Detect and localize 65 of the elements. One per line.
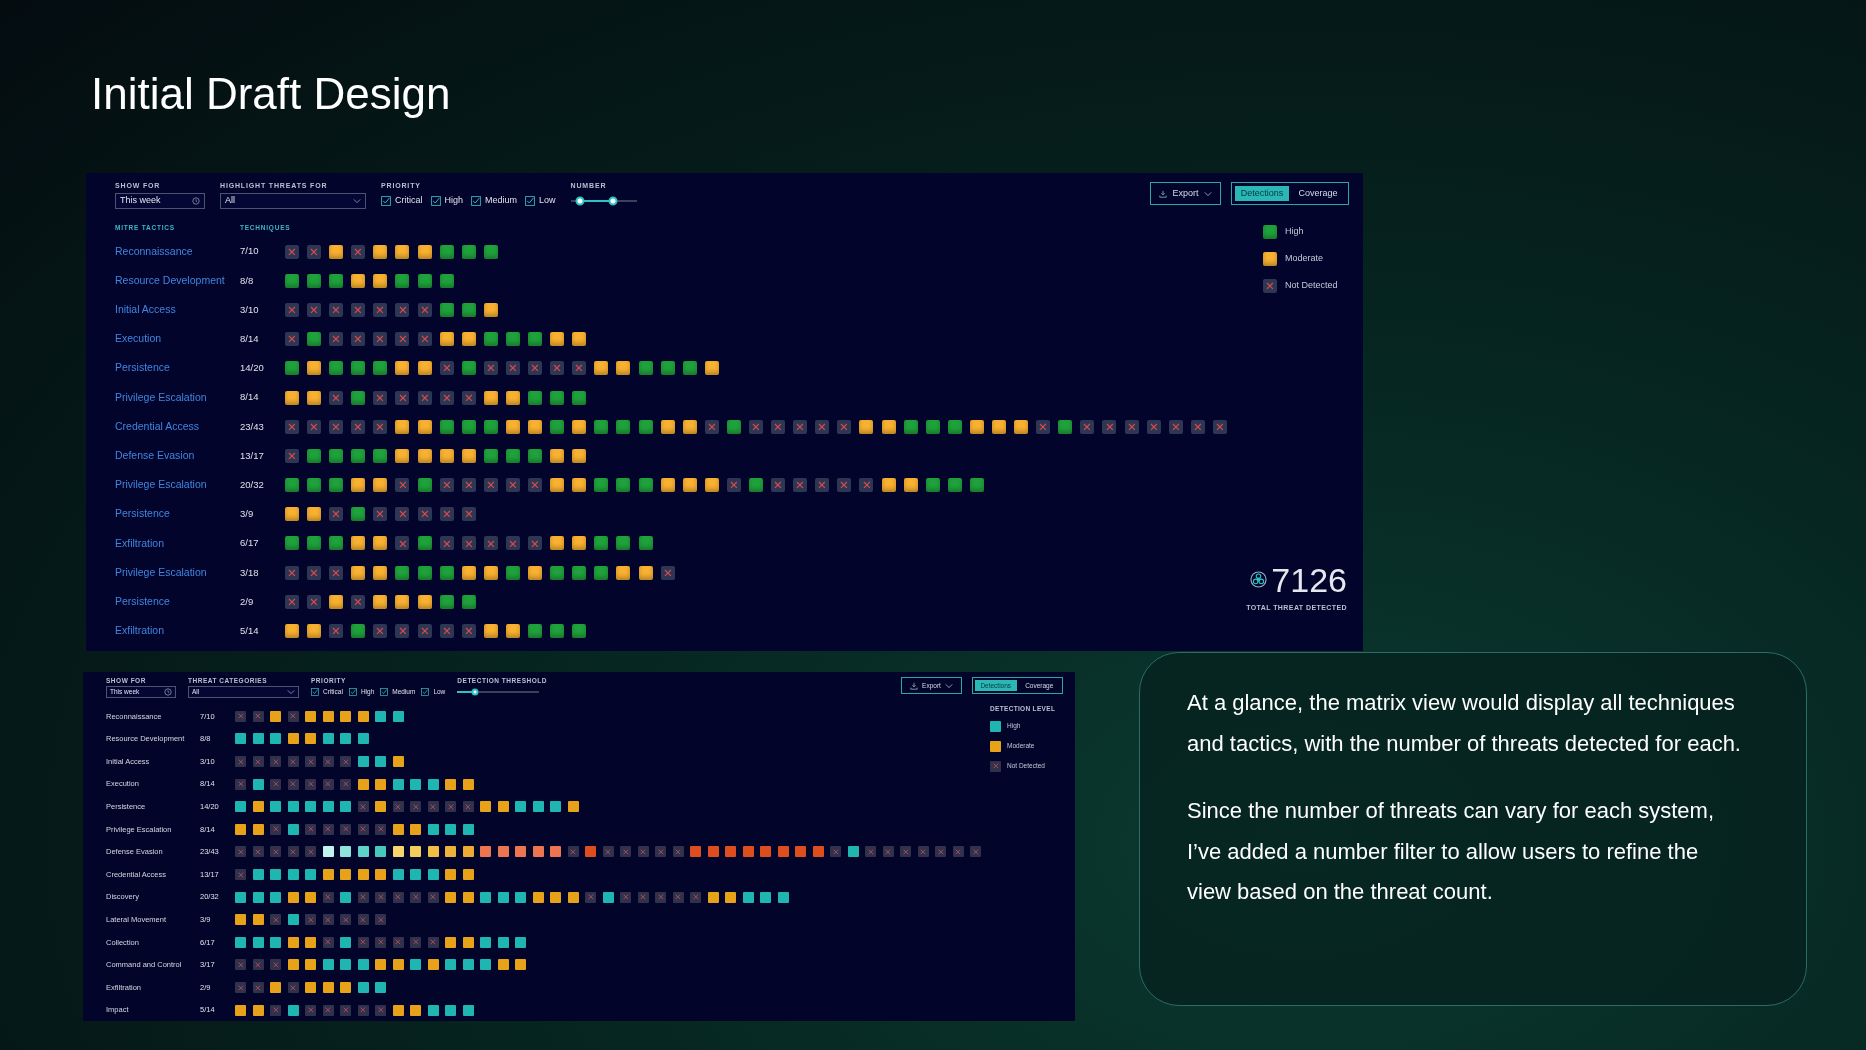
tactic-name[interactable]: Persistence [115, 593, 240, 610]
tactic-name[interactable]: Execution [115, 331, 240, 348]
checkbox-icon [311, 688, 319, 696]
chevron-down-icon [353, 197, 361, 205]
priority-checkbox[interactable]: Medium [471, 194, 518, 208]
clock-icon [192, 197, 200, 205]
technique-count: 3/9 [240, 507, 255, 522]
technique-count: 8/8 [240, 273, 255, 288]
chevron-down-icon [287, 688, 295, 696]
checkbox-icon [471, 196, 482, 206]
slide-title: Initial Draft Design [91, 68, 452, 120]
priority-checkbox[interactable]: Critical [381, 194, 423, 208]
priority-checkbox[interactable]: High [430, 194, 464, 208]
technique-count: 23/43 [240, 419, 265, 434]
download-icon [1159, 189, 1168, 198]
tactic-name[interactable]: Exfiltration [115, 623, 240, 639]
technique-count: 14/20 [240, 361, 265, 376]
slider-thumb[interactable] [575, 196, 585, 206]
dropdown-field[interactable]: All [220, 193, 366, 209]
clock-icon [164, 688, 172, 696]
tactic-name[interactable]: Initial Access [115, 302, 240, 318]
technique-count: 6/17 [240, 536, 260, 551]
technique-count: 20/32 [240, 477, 265, 492]
slider-thumb[interactable] [608, 196, 618, 206]
tactic-name[interactable]: Privilege Escalation [115, 564, 240, 581]
legend-label: Moderate [1285, 252, 1324, 266]
technique-count: 2/9 [240, 594, 255, 609]
tactic-name[interactable]: Resource Development [115, 272, 240, 289]
checkbox-icon [380, 688, 389, 696]
technique-count: 8/14 [240, 390, 260, 405]
checkbox-icon [430, 196, 441, 206]
legend-label: Not Detected [1285, 279, 1338, 293]
tactic-name[interactable]: Persistence [115, 506, 240, 523]
checkbox-icon [348, 688, 357, 696]
technique-count: 8/14 [240, 332, 260, 347]
technique-count: 13/17 [240, 448, 265, 463]
technique-count: 3/10 [240, 302, 260, 317]
checkbox-icon [381, 196, 391, 206]
range-slider[interactable] [457, 686, 540, 698]
checkbox-icon [525, 196, 536, 206]
tactic-name[interactable]: Credential Access [115, 418, 240, 435]
technique-count: 3/18 [240, 565, 260, 580]
slider-thumb[interactable] [471, 688, 479, 696]
tactic-name[interactable]: Persistence [115, 360, 240, 377]
view-tab[interactable]: Coverage [1291, 186, 1345, 201]
chevron-down-icon [944, 681, 953, 690]
description-paragraph: At a glance, the matrix view would display all techniques and tactics, with the number of threats detected for each. [1187, 689, 1742, 758]
checkbox-icon [421, 688, 430, 696]
total-count: 7126 [1271, 560, 1347, 599]
download-icon [910, 681, 919, 690]
tactic-name[interactable]: Privilege Escalation [115, 389, 240, 406]
legend-label: High [1285, 225, 1304, 239]
priority-checkbox[interactable]: Low [525, 194, 556, 208]
chevron-down-icon [1203, 189, 1212, 198]
technique-count: 5/14 [240, 623, 260, 638]
export-button[interactable]: Export [1150, 182, 1221, 205]
tactic-name[interactable]: Reconnaissance [115, 243, 240, 260]
technique-count: 7/10 [240, 244, 260, 259]
tactic-name[interactable]: Privilege Escalation [115, 477, 240, 493]
tactic-name[interactable]: Exfiltration [115, 535, 240, 552]
view-tab[interactable]: Detections [1235, 186, 1289, 201]
date-field[interactable]: This week [115, 193, 205, 209]
description-paragraph: Since the number of threats can vary for each system, I’ve added a number filter to allow users to refine the view based on the threat count. [1187, 797, 1716, 906]
tactic-name[interactable]: Defense Evasion [115, 448, 240, 464]
hazard-icon [1250, 571, 1268, 588]
